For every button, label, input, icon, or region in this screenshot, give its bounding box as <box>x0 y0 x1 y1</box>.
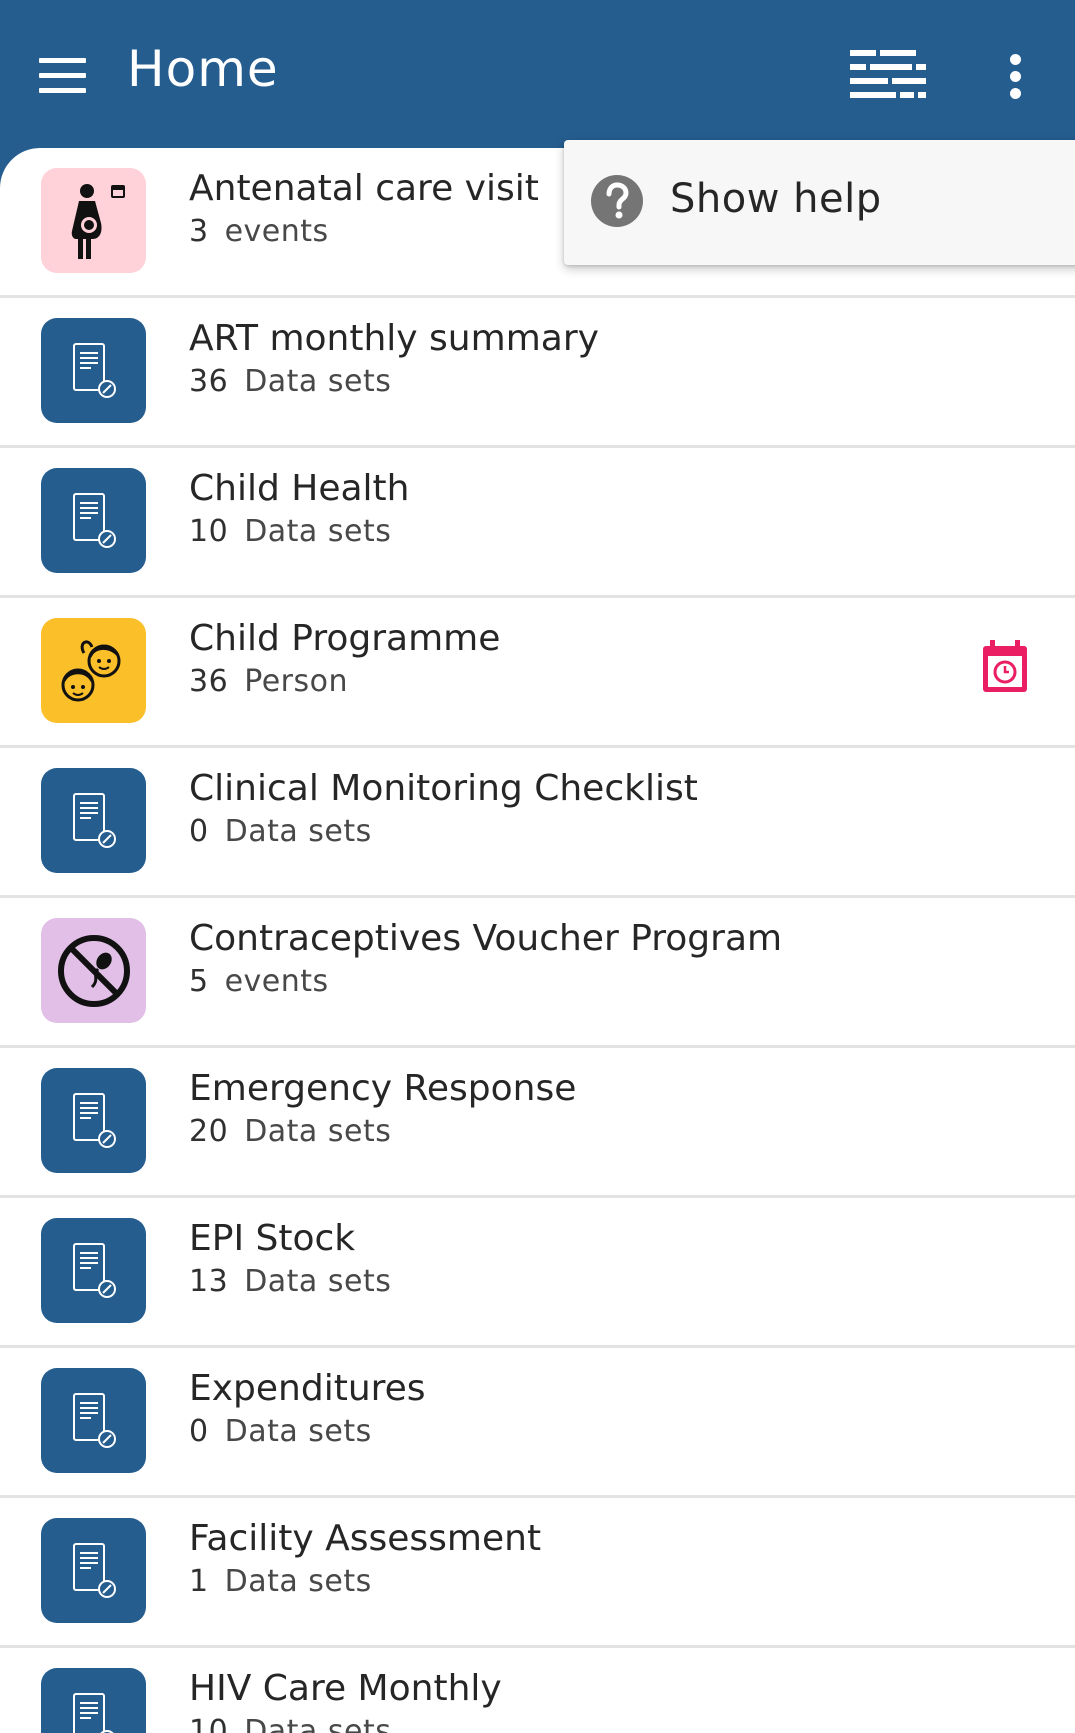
program-title: Emergency Response <box>189 1068 577 1109</box>
more-vert-icon[interactable] <box>992 44 1038 108</box>
list-item[interactable]: Clinical Monitoring Checklist 0 Data sets <box>0 748 1075 898</box>
list-item[interactable]: ART monthly summary 36 Data sets <box>0 298 1075 448</box>
program-list: Antenatal care visit 3 events ART monthly… <box>0 148 1075 1733</box>
list-item[interactable]: Child Programme 36 Person <box>0 598 1075 748</box>
pregnant-woman-icon <box>41 168 146 273</box>
dataset-form-icon <box>41 318 146 423</box>
program-count: 0 Data sets <box>189 1414 372 1449</box>
program-count: 1 Data sets <box>189 1564 372 1599</box>
program-count: 0 Data sets <box>189 814 372 849</box>
hamburger-menu-icon[interactable] <box>28 44 98 108</box>
list-item[interactable]: EPI Stock 13 Data sets <box>0 1198 1075 1348</box>
help-circle-icon <box>591 175 643 227</box>
calendar-alarm-icon[interactable] <box>980 640 1030 694</box>
menu-item-label: Show help <box>670 176 882 222</box>
list-item[interactable]: HIV Care Monthly 10 Data sets <box>0 1648 1075 1733</box>
list-item[interactable]: Expenditures 0 Data sets <box>0 1348 1075 1498</box>
list-item[interactable]: Facility Assessment 1 Data sets <box>0 1498 1075 1648</box>
program-count: 10 Data sets <box>189 1714 392 1733</box>
app-bar: Home <box>0 0 1075 150</box>
program-count: 10 Data sets <box>189 514 392 549</box>
dataset-form-icon <box>41 768 146 873</box>
overflow-menu: Show help <box>564 140 1075 265</box>
program-title: Contraceptives Voucher Program <box>189 918 783 959</box>
program-count: 36 Person <box>189 664 348 699</box>
program-title: Child Health <box>189 468 410 509</box>
program-title: Child Programme <box>189 618 501 659</box>
program-count: 13 Data sets <box>189 1264 392 1299</box>
no-sperm-icon <box>41 918 146 1023</box>
list-item[interactable]: Contraceptives Voucher Program 5 events <box>0 898 1075 1048</box>
page-title: Home <box>127 40 279 98</box>
program-title: Facility Assessment <box>189 1518 542 1559</box>
program-count: 36 Data sets <box>189 364 392 399</box>
dataset-form-icon <box>41 1368 146 1473</box>
dataset-form-icon <box>41 468 146 573</box>
program-title: HIV Care Monthly <box>189 1668 502 1709</box>
program-count: 5 events <box>189 964 329 999</box>
program-title: Antenatal care visit <box>189 168 539 209</box>
dataset-form-icon <box>41 1068 146 1173</box>
children-faces-icon <box>41 618 146 723</box>
program-title: ART monthly summary <box>189 318 599 359</box>
dataset-form-icon <box>41 1668 146 1733</box>
program-count: 20 Data sets <box>189 1114 392 1149</box>
list-item[interactable]: Emergency Response 20 Data sets <box>0 1048 1075 1198</box>
dataset-form-icon <box>41 1518 146 1623</box>
menu-item-show-help[interactable]: Show help <box>564 140 1075 265</box>
program-title: EPI Stock <box>189 1218 356 1259</box>
program-title: Expenditures <box>189 1368 426 1409</box>
program-count: 3 events <box>189 214 329 249</box>
list-item[interactable]: Child Health 10 Data sets <box>0 448 1075 598</box>
filter-icon[interactable] <box>850 44 926 106</box>
dataset-form-icon <box>41 1218 146 1323</box>
program-title: Clinical Monitoring Checklist <box>189 768 698 809</box>
